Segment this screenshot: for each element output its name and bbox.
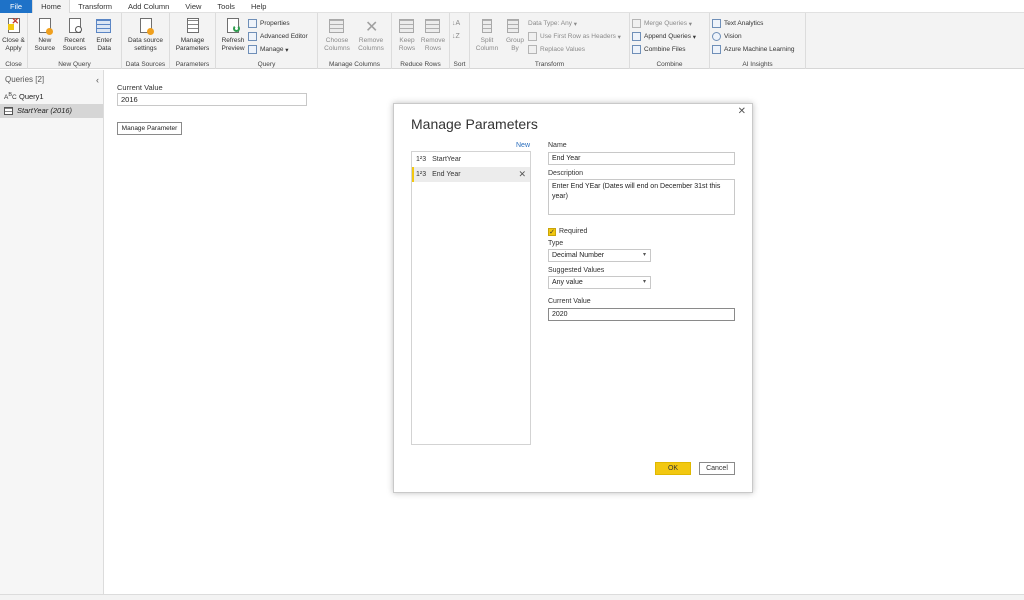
tab-file[interactable]: File <box>0 0 33 13</box>
table-icon <box>4 107 13 115</box>
merge-icon <box>632 19 641 28</box>
remove-rows-icon <box>425 17 441 35</box>
refresh-icon <box>225 17 241 35</box>
ok-button[interactable]: OK <box>655 462 691 475</box>
split-column-icon <box>479 17 495 35</box>
flask-icon <box>712 45 721 54</box>
vision-button[interactable]: Vision <box>712 30 798 43</box>
chevron-down-icon: ▾ <box>642 252 646 258</box>
tab-view[interactable]: View <box>177 0 209 13</box>
choose-columns-icon <box>329 17 345 35</box>
sort-descending-button[interactable]: ↓Z <box>452 30 464 43</box>
enter-data-icon <box>96 17 112 35</box>
ribbon-tab-bar: File Home Transform Add Column View Tool… <box>0 0 1024 14</box>
tab-tools[interactable]: Tools <box>209 0 243 13</box>
suggested-values-label: Suggested Values <box>548 267 605 274</box>
current-value-input[interactable]: 2016 <box>117 93 307 106</box>
current-value-label: Current Value <box>548 298 591 305</box>
group-parameters: Manage Parameters Parameters <box>170 13 216 69</box>
group-new-query: New Source Recent Sources Enter Data New… <box>28 13 122 69</box>
parameters-icon <box>185 17 201 35</box>
ribbon: ✕ Close & Apply Close New Source Recent … <box>0 13 1024 69</box>
required-checkbox[interactable]: ✓ <box>548 228 556 236</box>
group-close: ✕ Close & Apply Close <box>0 13 28 69</box>
text-type-icon: ABC <box>4 92 17 102</box>
merge-queries-button[interactable]: Merge Queries ▾ <box>632 17 700 30</box>
suggested-values-select[interactable]: Any value ▾ <box>548 276 651 289</box>
eye-icon <box>712 32 721 41</box>
data-type-dropdown[interactable]: Data Type: Any ▾ <box>528 17 625 30</box>
group-manage-columns: Choose Columns ✕ Remove Columns Manage C… <box>318 13 392 69</box>
type-label: Type <box>548 240 564 247</box>
tab-home[interactable]: Home <box>32 0 71 14</box>
parameter-item-startyear[interactable]: 1²3 StartYear <box>412 152 530 167</box>
first-row-icon <box>528 32 537 41</box>
group-combine: Merge Queries ▾ Append Queries ▾ Combine… <box>630 13 710 69</box>
dialog-title: Manage Parameters <box>411 116 538 132</box>
current-value-label: Current Value <box>117 83 163 92</box>
combine-files-button[interactable]: Combine Files <box>632 43 700 56</box>
advanced-editor-icon <box>248 32 257 41</box>
close-icon[interactable]: ✕ <box>738 106 746 117</box>
queries-header: Queries [2] ‹ <box>0 70 103 90</box>
tab-transform[interactable]: Transform <box>70 0 120 13</box>
close-apply-icon: ✕ <box>6 16 22 35</box>
group-sort: ↓A ↓Z Sort <box>450 13 470 69</box>
name-label: Name <box>548 142 567 149</box>
manage-parameter-button[interactable]: Manage Parameter <box>117 122 182 135</box>
manage-parameters-dialog: ✕ Manage Parameters New 1²3 StartYear 1²… <box>393 103 753 493</box>
group-query: Refresh Preview Properties Advanced Edit… <box>216 13 318 69</box>
query-item-startyear[interactable]: StartYear (2016) <box>0 104 103 118</box>
collapse-chevron-icon[interactable]: ‹ <box>96 70 99 90</box>
manage-icon <box>248 45 257 54</box>
advanced-editor-button[interactable]: Advanced Editor <box>248 30 312 43</box>
type-select[interactable]: Decimal Number ▾ <box>548 249 651 262</box>
tab-add-column[interactable]: Add Column <box>120 0 177 13</box>
group-transform: Split Column Group By Data Type: Any ▾ U… <box>470 13 630 69</box>
description-label: Description <box>548 170 584 177</box>
group-by-icon <box>507 17 523 35</box>
first-row-headers-button[interactable]: Use First Row as Headers ▾ <box>528 30 625 43</box>
number-type-icon: 1²3 <box>416 156 427 163</box>
description-input[interactable]: Enter End YEar (Dates will end on Decemb… <box>548 179 735 215</box>
append-queries-button[interactable]: Append Queries ▾ <box>632 30 700 43</box>
new-source-icon <box>37 17 53 35</box>
number-type-icon: 1²3 <box>416 171 427 178</box>
properties-icon <box>248 19 257 28</box>
group-reduce-rows: Keep Rows Remove Rows Reduce Rows <box>392 13 450 69</box>
group-data-sources: Data source settings Data Sources <box>122 13 170 69</box>
group-ai-insights: Text Analytics Vision Azure Machine Lear… <box>710 13 806 69</box>
keep-rows-icon <box>399 17 415 35</box>
new-parameter-link[interactable]: New <box>516 142 530 149</box>
required-label: Required <box>559 228 588 235</box>
name-input[interactable]: End Year <box>548 152 735 165</box>
sort-ascending-button[interactable]: ↓A <box>452 17 464 30</box>
settings-gear-icon <box>138 17 154 35</box>
cancel-button[interactable]: Cancel <box>699 462 735 475</box>
manage-dropdown[interactable]: Manage ▾ <box>248 43 312 56</box>
properties-button[interactable]: Properties <box>248 17 312 30</box>
text-analytics-button[interactable]: Text Analytics <box>712 17 798 30</box>
status-bar <box>0 594 1024 600</box>
tab-help[interactable]: Help <box>243 0 274 13</box>
replace-values-button[interactable]: Replace Values <box>528 43 625 56</box>
parameter-item-end-year[interactable]: 1²3 End Year ✕ <box>412 167 530 182</box>
current-value-input[interactable]: 2020 <box>548 308 735 321</box>
parameter-list: 1²3 StartYear 1²3 End Year ✕ <box>411 151 531 445</box>
combine-files-icon <box>632 45 641 54</box>
replace-values-icon <box>528 45 537 54</box>
recent-sources-icon <box>67 17 83 35</box>
append-icon <box>632 32 641 41</box>
remove-columns-icon: ✕ <box>365 19 379 36</box>
chevron-down-icon: ▾ <box>642 279 646 285</box>
queries-pane: Queries [2] ‹ ABC Query1 StartYear (2016… <box>0 70 104 600</box>
text-analytics-icon <box>712 19 721 28</box>
azure-ml-button[interactable]: Azure Machine Learning <box>712 43 798 56</box>
delete-parameter-icon[interactable]: ✕ <box>518 169 526 180</box>
query-item-query1[interactable]: ABC Query1 <box>0 90 103 104</box>
